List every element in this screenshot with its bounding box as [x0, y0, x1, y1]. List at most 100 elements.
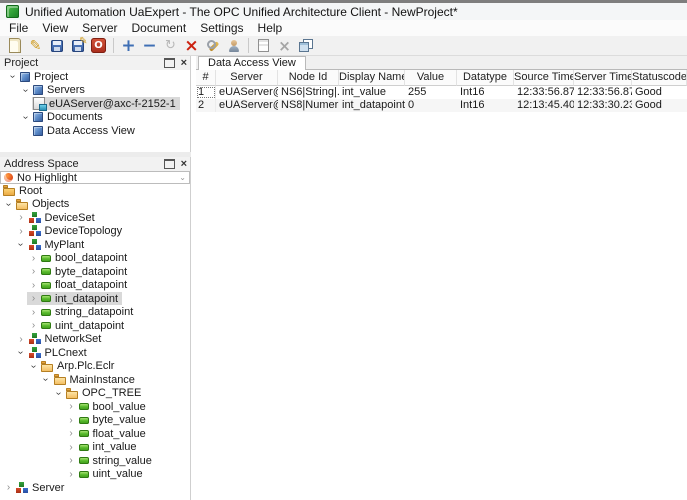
table-row[interactable]: 1eUAServer@...NS6|String|...int_value255…: [196, 86, 687, 99]
table-cell[interactable]: 12:33:56.877: [514, 86, 574, 99]
tree-item-objects[interactable]: ›Objects: [0, 198, 190, 212]
table-cell[interactable]: 12:33:56.878: [574, 86, 632, 99]
tree-item-data-access-view[interactable]: Data Access View: [0, 124, 190, 138]
table-row[interactable]: 2eUAServer@...NS8|Numeric...int_datapoin…: [196, 99, 687, 112]
chevron-collapsed-icon[interactable]: ›: [65, 455, 78, 466]
chevron-expanded-icon[interactable]: ›: [2, 199, 15, 210]
tree-item-uint-value[interactable]: ›uint_value: [0, 468, 190, 482]
table-cell[interactable]: Good: [632, 99, 687, 112]
chevron-collapsed-icon[interactable]: ›: [65, 415, 78, 426]
table-cell[interactable]: int_datapoint: [339, 99, 405, 112]
chevron-expanded-icon[interactable]: ›: [19, 112, 32, 123]
tree-item-hit-area[interactable]: ›int_datapoint: [27, 292, 122, 305]
float-panel-icon[interactable]: [164, 58, 175, 68]
new-file-button[interactable]: [4, 37, 25, 55]
chevron-collapsed-icon[interactable]: ›: [65, 428, 78, 439]
tree-item-hit-area[interactable]: Data Access View: [32, 124, 139, 137]
chevron-collapsed-icon[interactable]: ›: [2, 482, 15, 493]
close-panel-icon[interactable]: ×: [181, 58, 187, 68]
menu-item-settings[interactable]: Settings: [193, 20, 250, 36]
table-cell[interactable]: 2: [196, 99, 216, 112]
tree-item-maininstance[interactable]: ›MainInstance: [0, 373, 190, 387]
column-header-statuscode[interactable]: Statuscode: [632, 70, 687, 86]
table-cell[interactable]: int_value: [339, 86, 405, 99]
tree-item-hit-area[interactable]: ›OPC_TREE: [52, 387, 145, 400]
tree-item-hit-area[interactable]: ›MyPlant: [15, 238, 89, 251]
menu-item-document[interactable]: Document: [124, 20, 193, 36]
column-header-server-timestamp[interactable]: Server Timestamp: [574, 70, 632, 86]
tree-item-hit-area[interactable]: ›bool_value: [65, 400, 150, 413]
menu-item-help[interactable]: Help: [251, 20, 290, 36]
chevron-expanded-icon[interactable]: ›: [15, 347, 28, 358]
table-cell[interactable]: 12:13:45.401: [514, 99, 574, 112]
tree-item-hit-area[interactable]: ›string_value: [65, 454, 156, 467]
column-header-source-timestamp[interactable]: Source Timestamp: [514, 70, 574, 86]
column-header--[interactable]: #: [196, 70, 216, 86]
save-as-button[interactable]: ✎: [67, 37, 88, 55]
chevron-expanded-icon[interactable]: ›: [52, 388, 65, 399]
tree-item-hit-area[interactable]: ›Server: [2, 481, 68, 494]
tree-item-hit-area[interactable]: ›byte_datapoint: [27, 265, 131, 278]
menu-item-view[interactable]: View: [35, 20, 75, 36]
tree-item-hit-area[interactable]: ›uint_datapoint: [27, 319, 128, 332]
tree-item-bool-value[interactable]: ›bool_value: [0, 400, 190, 414]
chevron-collapsed-icon[interactable]: ›: [27, 307, 40, 318]
tree-item-myplant[interactable]: ›MyPlant: [0, 238, 190, 252]
tree-item-hit-area[interactable]: ›NetworkSet: [15, 333, 106, 346]
tree-item-networkset[interactable]: ›NetworkSet: [0, 333, 190, 347]
tree-item-int-datapoint[interactable]: ›int_datapoint: [0, 292, 190, 306]
user-button[interactable]: [223, 37, 244, 55]
table-cell[interactable]: NS8|Numeric...: [278, 99, 339, 112]
power-off-button[interactable]: [88, 37, 109, 55]
tree-item-server[interactable]: ›Server: [0, 481, 190, 495]
chevron-collapsed-icon[interactable]: ›: [65, 469, 78, 480]
tree-item-hit-area[interactable]: ›MainInstance: [40, 373, 139, 386]
tree-item-hit-area[interactable]: ›float_datapoint: [27, 279, 131, 292]
tree-item-hit-area[interactable]: ›int_value: [65, 441, 141, 454]
title-bar[interactable]: Unified Automation UaExpert - The OPC Un…: [0, 3, 687, 20]
tree-item-hit-area[interactable]: ›PLCnext: [15, 346, 91, 359]
menu-item-server[interactable]: Server: [75, 20, 124, 36]
tree-item-bool-datapoint[interactable]: ›bool_datapoint: [0, 252, 190, 266]
save-button[interactable]: [46, 37, 67, 55]
tree-item-opc-tree[interactable]: ›OPC_TREE: [0, 387, 190, 401]
menu-item-file[interactable]: File: [2, 20, 35, 36]
column-header-display-name[interactable]: Display Name: [339, 70, 405, 86]
close-panel-icon[interactable]: ×: [181, 159, 187, 169]
chevron-collapsed-icon[interactable]: ›: [27, 280, 40, 291]
tree-item-documents[interactable]: ›Documents: [0, 111, 190, 125]
window-layout-button[interactable]: [295, 37, 316, 55]
tree-item-devicetopology[interactable]: ›DeviceTopology: [0, 225, 190, 239]
document-button[interactable]: [253, 37, 274, 55]
table-cell[interactable]: 1: [196, 86, 216, 99]
tree-item-arp-plc-eclr[interactable]: ›Arp.Plc.Eclr: [0, 360, 190, 374]
tree-item-string-datapoint[interactable]: ›string_datapoint: [0, 306, 190, 320]
chevron-collapsed-icon[interactable]: ›: [65, 401, 78, 412]
chevron-expanded-icon[interactable]: ›: [27, 361, 40, 372]
highlight-filter-dropdown[interactable]: No Highlight ⌄: [0, 171, 190, 184]
tree-item-hit-area[interactable]: ›Project: [6, 70, 72, 83]
float-panel-icon[interactable]: [164, 159, 175, 169]
tree-item-float-datapoint[interactable]: ›float_datapoint: [0, 279, 190, 293]
tree-item-servers[interactable]: ›Servers: [0, 84, 190, 98]
table-cell[interactable]: Good: [632, 86, 687, 99]
chevron-collapsed-icon[interactable]: ›: [15, 334, 28, 345]
tree-item-hit-area[interactable]: ›bool_datapoint: [27, 252, 131, 265]
column-header-datatype[interactable]: Datatype: [457, 70, 514, 86]
tree-item-deviceset[interactable]: ›DeviceSet: [0, 211, 190, 225]
tree-item-hit-area[interactable]: ›Documents: [19, 111, 107, 124]
wrench-button[interactable]: [202, 37, 223, 55]
chevron-collapsed-icon[interactable]: ›: [27, 320, 40, 331]
table-cell[interactable]: eUAServer@...: [216, 86, 278, 99]
table-cell[interactable]: NS6|String|...: [278, 86, 339, 99]
remove-document-button[interactable]: [274, 37, 295, 55]
column-header-value[interactable]: Value: [405, 70, 457, 86]
refresh-button[interactable]: [160, 37, 181, 55]
chevron-collapsed-icon[interactable]: ›: [65, 442, 78, 453]
chevron-collapsed-icon[interactable]: ›: [27, 293, 40, 304]
tab-data-access-view[interactable]: Data Access View: [198, 56, 306, 70]
chevron-expanded-icon[interactable]: ›: [40, 374, 53, 385]
table-cell[interactable]: Int16: [457, 99, 514, 112]
tree-item-hit-area[interactable]: eUAServer@axc-f-2152-1: [32, 97, 180, 110]
tree-item-hit-area[interactable]: ›Servers: [19, 84, 89, 97]
